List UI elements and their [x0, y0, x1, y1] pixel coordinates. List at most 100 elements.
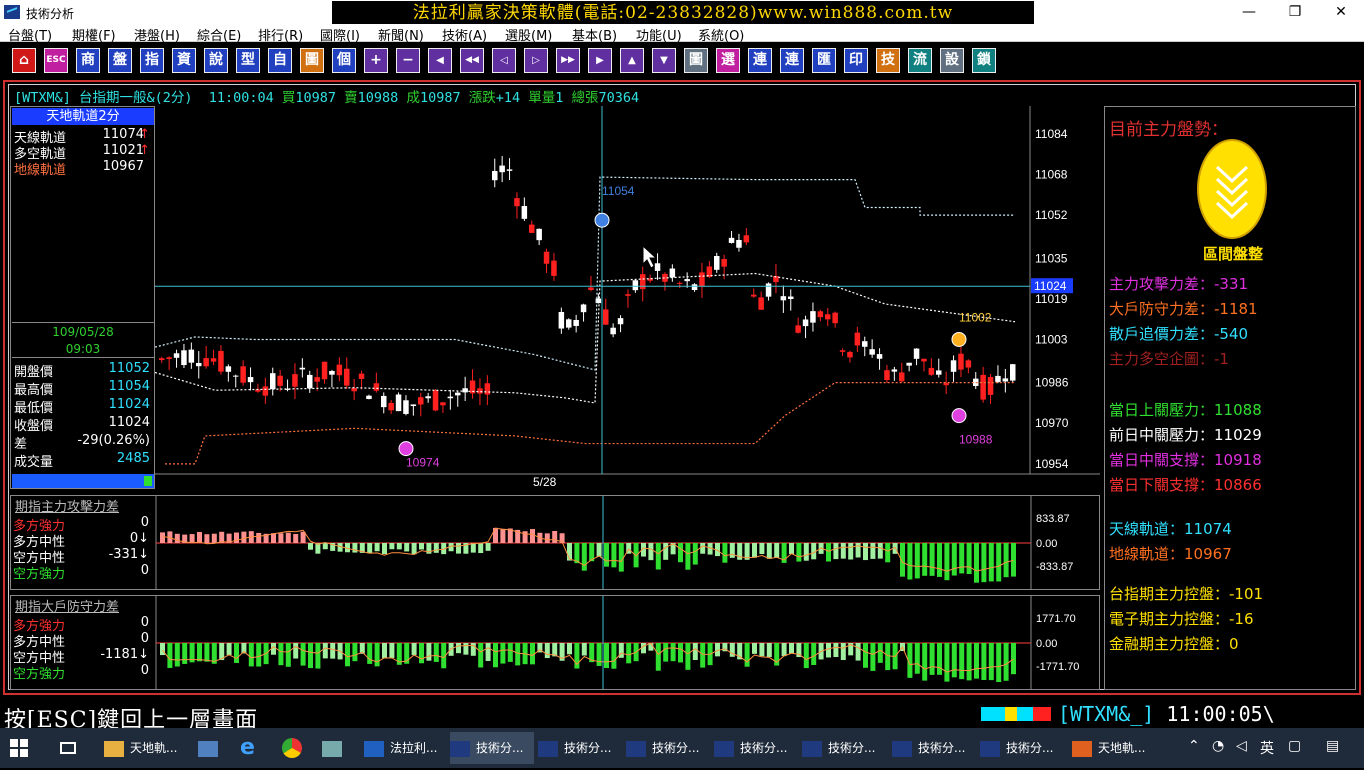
toolbar-btn-7[interactable]: 說: [204, 48, 228, 73]
diff-bar: [604, 543, 609, 567]
candle-body: [958, 353, 964, 370]
close-button[interactable]: ✕: [1318, 0, 1364, 24]
candle-body: [802, 319, 809, 327]
trend-row-label: 電子期主力控盤：: [1109, 610, 1230, 628]
price-tick-label: 11068: [1035, 168, 1068, 182]
notification-icon[interactable]: ▤: [1326, 738, 1339, 754]
taskbar-item-10[interactable]: 天地軌...: [1072, 732, 1156, 764]
diff-bar: [493, 527, 498, 543]
taskbar-item-7[interactable]: 技術分...: [802, 732, 886, 764]
diff-bar: [988, 543, 994, 582]
price-tick-label: 11084: [1035, 127, 1068, 141]
diff-bar: [914, 643, 920, 674]
candle-body: [366, 395, 372, 400]
candle-body: [314, 377, 320, 382]
volume-icon[interactable]: ◁: [1236, 738, 1247, 754]
candle-body: [869, 349, 875, 355]
defense-diff-svg: 1771.70 0.00 -1771.70: [155, 596, 1079, 689]
stat-row: 最高價 11054: [14, 379, 150, 398]
candle-body: [225, 366, 232, 372]
toolbar-btn-4[interactable]: 盤: [108, 48, 132, 73]
ie-icon[interactable]: e: [240, 732, 264, 764]
trend-label: 區間盤整: [1202, 245, 1263, 263]
taskbar-item-1[interactable]: 天地軌...: [104, 732, 188, 764]
up-button[interactable]: ▲: [620, 48, 644, 73]
toolbar-btn-29[interactable]: 流: [908, 48, 932, 73]
toolbar-btn-26[interactable]: 匯: [812, 48, 836, 73]
down-button[interactable]: ▼: [652, 48, 676, 73]
zoom-out-button[interactable]: −: [396, 48, 420, 73]
zoom-in-button[interactable]: +: [364, 48, 388, 73]
diff-bar: [596, 543, 602, 557]
taskbar-item-8[interactable]: 技術分...: [892, 732, 976, 764]
last-button[interactable]: ▶: [588, 48, 612, 73]
fast-back-button[interactable]: ◀◀: [460, 48, 484, 73]
diff-bar: [530, 529, 535, 543]
first-button[interactable]: ◀: [428, 48, 452, 73]
pinned-app-1[interactable]: [198, 732, 222, 764]
candlestick-chart[interactable]: 11084 11068 11052 11035 11019 11003 10986 10970…: [155, 106, 1100, 490]
toolbar-btn-5[interactable]: 指: [140, 48, 164, 73]
toolbar-btn-6[interactable]: 資: [172, 48, 196, 73]
start-button[interactable]: [10, 732, 38, 764]
taskbar-item-6[interactable]: 技術分...: [714, 732, 798, 764]
toolbar-btn-9[interactable]: 自: [268, 48, 292, 73]
lock-button[interactable]: 鎖: [972, 48, 996, 73]
taskbar-item-3[interactable]: 技術分...: [450, 732, 534, 764]
toolbar-btn-11[interactable]: 個: [332, 48, 356, 73]
fast-forward-button[interactable]: ▶▶: [556, 48, 580, 73]
diff-bar: [182, 643, 188, 664]
taskbar-item-4[interactable]: 技術分...: [538, 732, 622, 764]
trend-row-value: 10967: [1184, 545, 1232, 563]
diff-bar: [485, 643, 491, 661]
toolbar-btn-28[interactable]: 技: [876, 48, 900, 73]
taskbar-item-2[interactable]: 法拉利...: [364, 732, 444, 764]
sub-tick-label: 1771.70: [1036, 613, 1076, 625]
settings-button[interactable]: 設: [940, 48, 964, 73]
forward-button[interactable]: ▷: [524, 48, 548, 73]
candle-body: [884, 370, 890, 381]
toolbar-btn-8[interactable]: 型: [236, 48, 260, 73]
track-row-value: 11021: [102, 143, 144, 158]
toolbar-btn-10[interactable]: 圖: [300, 48, 324, 73]
stat-value: 11024: [108, 415, 150, 430]
diff-bar: [256, 532, 262, 543]
people-icon[interactable]: ⌃: [1188, 738, 1200, 754]
diff-bar: [759, 543, 765, 555]
minimize-button[interactable]: —: [1226, 0, 1272, 24]
trend-row: 地線軌道：10967: [1109, 543, 1232, 564]
toolbar-btn-22[interactable]: 圖: [684, 48, 708, 73]
ime-mode-icon[interactable]: ▢: [1288, 738, 1301, 754]
trend-row-label: 主力攻擊力差：: [1109, 275, 1215, 293]
taskbar-item-8-label: 技術分...: [918, 741, 966, 755]
back-button[interactable]: ◁: [492, 48, 516, 73]
candlestick-svg[interactable]: 11084 11068 11052 11035 11019 11003 10986 10970…: [155, 106, 1100, 490]
diff-bar: [204, 534, 210, 543]
chrome-icon[interactable]: [282, 732, 306, 764]
network-icon[interactable]: ◔: [1212, 738, 1224, 754]
pinned-app-2[interactable]: [322, 732, 346, 764]
taskbar-item-5[interactable]: 技術分...: [626, 732, 710, 764]
home-button[interactable]: ⌂: [12, 48, 36, 73]
taskbar-item-9[interactable]: 技術分...: [980, 732, 1064, 764]
link-button-1[interactable]: 連: [748, 48, 772, 73]
maximize-button[interactable]: ❐: [1272, 0, 1318, 24]
candle-body: [166, 357, 172, 359]
toolbar-btn-23[interactable]: 選: [716, 48, 740, 73]
link-button-2[interactable]: 連: [780, 48, 804, 73]
esc-button[interactable]: ESC: [44, 48, 68, 73]
quote-sell-label: 賣: [344, 90, 358, 106]
medal-chevrons-icon: [1215, 165, 1249, 220]
ime-lang[interactable]: 英: [1260, 738, 1274, 758]
candle-body: [358, 373, 365, 379]
diff-bar: [1011, 543, 1016, 577]
task-view-icon[interactable]: [60, 732, 84, 764]
panel-scroll-bar[interactable]: [12, 474, 154, 488]
diff-bar: [759, 643, 765, 657]
candle-body: [506, 169, 513, 171]
diff-bar: [855, 643, 861, 661]
diff-bar: [426, 643, 432, 661]
candle-body: [810, 311, 816, 323]
toolbar-btn-3[interactable]: 商: [76, 48, 100, 73]
print-button[interactable]: 印: [844, 48, 868, 73]
